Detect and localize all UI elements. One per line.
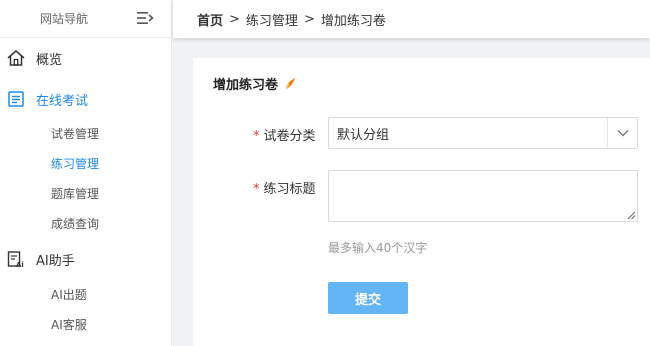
title-textarea[interactable] — [328, 170, 638, 222]
select-arrow[interactable] — [607, 118, 637, 148]
sidebar-subitem-ai-support[interactable]: AI客服 — [0, 310, 172, 338]
menu-collapse-icon[interactable] — [136, 10, 154, 26]
category-select-value: 默认分组 — [337, 127, 390, 143]
breadcrumb: 首页 > 练习管理 > 增加练习卷 — [173, 0, 650, 38]
pen-icon — [285, 77, 296, 90]
sidebar-subitem-label: 题库管理 — [51, 186, 100, 201]
breadcrumb-separator: > — [229, 11, 240, 27]
form-title-text: 增加练习卷 — [213, 78, 279, 93]
sidebar: 网站导航 概览 在线考试 试卷管理 练习管理 题库管理 成绩查询 Ai AI助手… — [0, 0, 172, 346]
exam-list-icon — [8, 91, 24, 107]
svg-text:Ai: Ai — [16, 261, 24, 269]
category-select[interactable]: 默认分组 — [328, 117, 638, 149]
sidebar-subitem-label: 成绩查询 — [51, 216, 100, 231]
resize-handle-icon[interactable] — [627, 211, 636, 220]
sidebar-subitem-paper-management[interactable]: 试卷管理 — [0, 119, 172, 147]
submit-button[interactable]: 提交 — [328, 282, 408, 314]
breadcrumb-home[interactable]: 首页 — [197, 10, 223, 29]
breadcrumb-practice-management[interactable]: 练习管理 — [246, 10, 298, 29]
sidebar-subitem-ai-questions[interactable]: AI出题 — [0, 280, 172, 308]
required-mark: * — [253, 129, 260, 144]
sidebar-subitem-label: AI客服 — [51, 317, 87, 332]
sidebar-subitem-label: AI出题 — [51, 287, 87, 302]
form-title: 增加练习卷 — [213, 74, 297, 93]
category-label-text: 试卷分类 — [263, 129, 316, 144]
sidebar-item-label: AI助手 — [36, 253, 75, 269]
breadcrumb-current: 增加练习卷 — [320, 13, 386, 29]
sidebar-item-overview[interactable]: 概览 — [0, 43, 172, 73]
sidebar-subitem-practice-management[interactable]: 练习管理 — [0, 149, 172, 177]
sidebar-title: 网站导航 — [40, 12, 89, 26]
chevron-down-icon — [617, 130, 628, 137]
sidebar-item-label: 在线考试 — [36, 93, 89, 109]
form-card: 增加练习卷 * 试卷分类 默认分组 * 练习标题 最多输入40个汉字 提交 — [193, 58, 650, 346]
sidebar-item-online-exam[interactable]: 在线考试 — [0, 84, 172, 114]
title-hint: 最多输入40个汉字 — [328, 241, 428, 255]
required-mark: * — [253, 182, 260, 197]
breadcrumb-separator: > — [303, 11, 315, 27]
title-label: * 练习标题 — [253, 178, 316, 197]
ai-assistant-icon: Ai — [7, 251, 24, 269]
home-icon — [7, 50, 25, 66]
sidebar-item-label: 概览 — [36, 52, 63, 68]
sidebar-header: 网站导航 — [0, 0, 171, 38]
sidebar-subitem-label: 练习管理 — [51, 156, 100, 171]
category-label: * 试卷分类 — [253, 125, 316, 144]
sidebar-subitem-label: 试卷管理 — [51, 126, 100, 141]
sidebar-subitem-question-bank[interactable]: 题库管理 — [0, 179, 172, 207]
sidebar-item-ai-assistant[interactable]: Ai AI助手 — [0, 244, 172, 274]
sidebar-subitem-score-query[interactable]: 成绩查询 — [0, 209, 172, 237]
title-label-text: 练习标题 — [263, 182, 316, 197]
